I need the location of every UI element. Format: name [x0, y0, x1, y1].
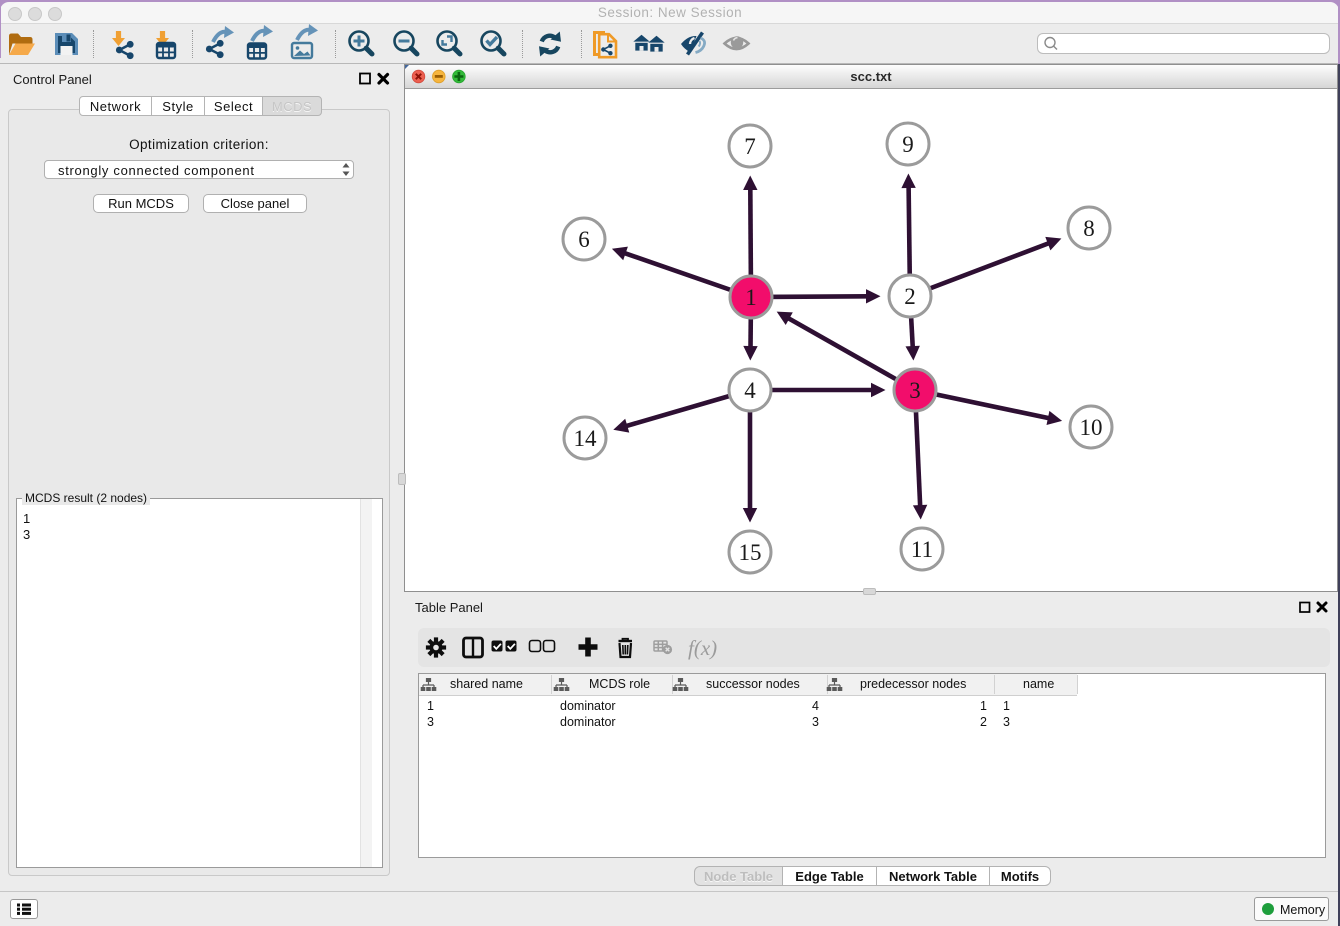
svg-text:f(x): f(x)	[688, 636, 717, 660]
svg-text:11: 11	[911, 537, 933, 562]
svg-text:6: 6	[578, 227, 590, 252]
svg-text:10: 10	[1080, 415, 1103, 440]
svg-text:8: 8	[1083, 216, 1095, 241]
svg-text:9: 9	[902, 132, 914, 157]
svg-text:3: 3	[909, 378, 921, 403]
svg-text:1: 1	[745, 285, 757, 310]
svg-text:15: 15	[739, 540, 762, 565]
svg-text:2: 2	[904, 284, 916, 309]
svg-text:14: 14	[574, 426, 598, 451]
svg-text:7: 7	[744, 134, 756, 159]
svg-text:4: 4	[744, 378, 756, 403]
